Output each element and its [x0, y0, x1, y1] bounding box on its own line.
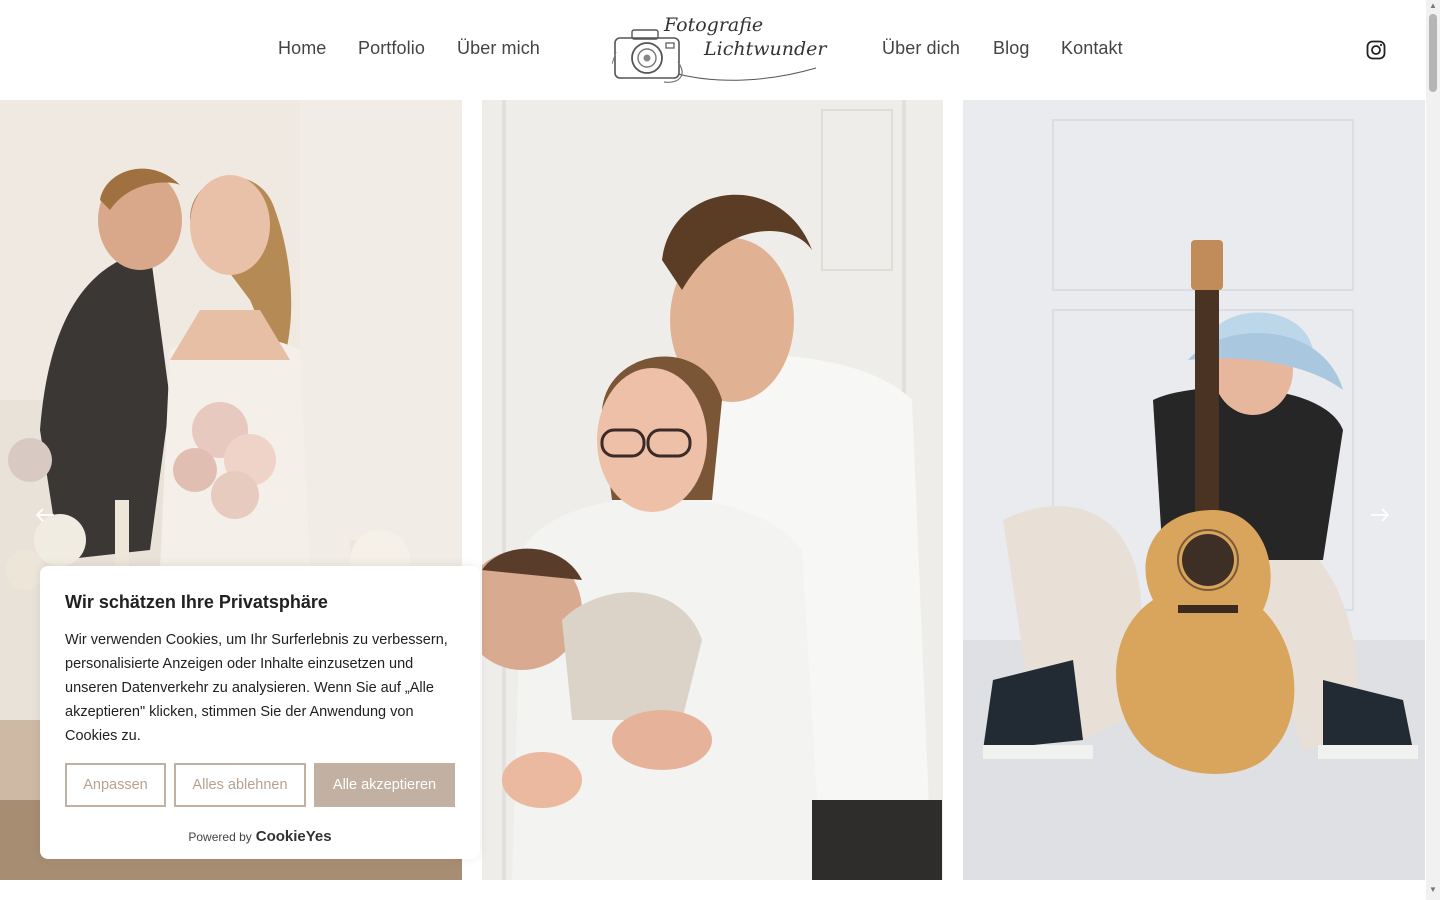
accept-all-button[interactable]: Alle akzeptieren — [314, 763, 455, 807]
scrollbar-thumb[interactable] — [1429, 14, 1437, 92]
reject-all-button[interactable]: Alles ablehnen — [174, 763, 306, 807]
cookie-consent-banner: Wir schätzen Ihre Privatsphäre Wir verwe… — [40, 566, 480, 859]
cookie-description: Wir verwenden Cookies, um Ihr Surferlebn… — [65, 632, 448, 744]
arrow-left-icon[interactable] — [32, 502, 58, 528]
cookieyes-logo[interactable]: CookieYes — [256, 828, 332, 845]
powered-by-label: Powered by — [188, 830, 252, 844]
powered-by: Powered by CookieYes — [40, 828, 480, 845]
scroll-up-icon[interactable]: ▲ — [1429, 2, 1437, 10]
nav-home[interactable]: Home — [278, 38, 326, 59]
site-header: Home Portfolio Über mich Fotografie Lich… — [0, 0, 1426, 100]
page-scrollbar[interactable]: ▲ ▼ — [1426, 0, 1440, 900]
nav-ueber-dich[interactable]: Über dich — [882, 38, 960, 59]
logo-swash — [677, 67, 817, 81]
logo-line-2: Lichtwunder — [704, 38, 827, 60]
guitar-portrait-photo[interactable] — [963, 100, 1425, 880]
site-logo[interactable]: Fotografie Lichtwunder — [612, 12, 826, 86]
nav-kontakt[interactable]: Kontakt — [1061, 38, 1123, 59]
nav-ueber-mich[interactable]: Über mich — [457, 38, 540, 59]
logo-line-1: Fotografie — [664, 14, 764, 36]
scroll-down-icon[interactable]: ▼ — [1429, 886, 1437, 894]
customize-button[interactable]: Anpassen — [65, 763, 166, 807]
nav-blog[interactable]: Blog — [993, 38, 1029, 59]
family-newborn-photo[interactable] — [482, 100, 943, 880]
cookie-title: Wir schätzen Ihre Privatsphäre — [65, 592, 328, 612]
instagram-icon[interactable] — [1366, 40, 1386, 60]
arrow-right-icon[interactable] — [1367, 502, 1393, 528]
nav-portfolio[interactable]: Portfolio — [358, 38, 425, 59]
